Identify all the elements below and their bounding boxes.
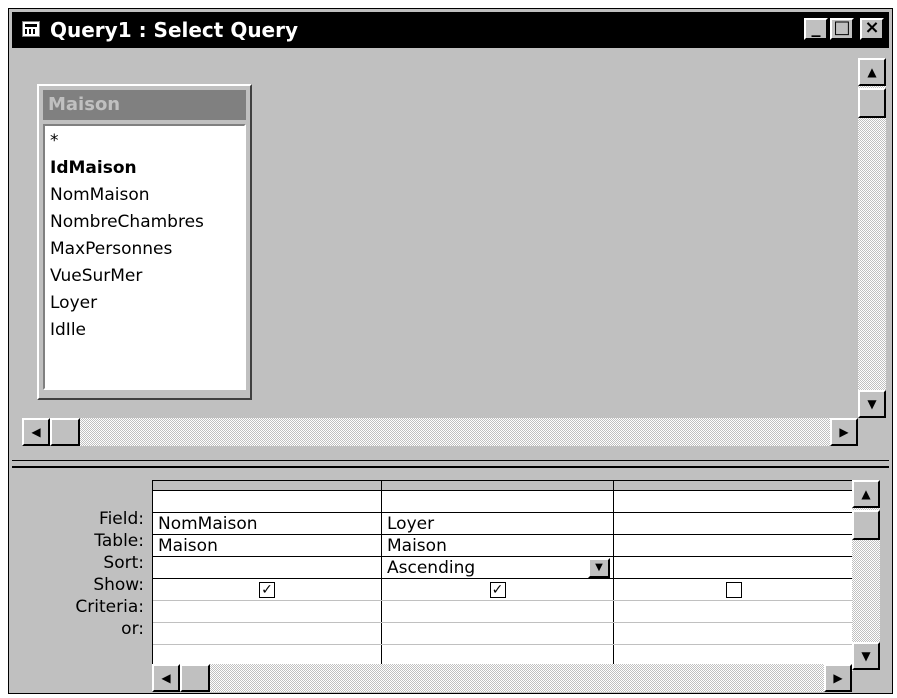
scroll-down-button[interactable]: ▼	[858, 390, 886, 418]
show-checkbox[interactable]: ✓	[259, 582, 275, 598]
grid-cell-criteria[interactable]	[382, 601, 613, 623]
scroll-left-icon: ◀	[161, 671, 171, 685]
grid-cell-or[interactable]	[614, 623, 853, 645]
field-list-item[interactable]: IdMaison	[45, 155, 244, 182]
grid-cell-criteria[interactable]	[153, 601, 381, 623]
field-list[interactable]: * IdMaison NomMaison NombreChambres MaxPerso…	[43, 124, 246, 390]
scroll-left-button[interactable]: ◀	[152, 664, 180, 692]
close-button[interactable]: ×	[860, 18, 884, 40]
scroll-right-icon: ▶	[833, 671, 843, 685]
scroll-left-icon: ◀	[31, 425, 41, 439]
table-pane-vertical-scrollbar[interactable]: ▲ ▼	[858, 58, 886, 418]
maximize-icon: □	[833, 17, 851, 38]
scroll-up-icon: ▲	[861, 487, 871, 501]
grid-cell-or[interactable]	[153, 623, 381, 645]
query-window: Query1 : Select Query _ □ × Maison * IdMa…	[8, 8, 893, 694]
grid-cell-table[interactable]	[614, 535, 853, 557]
title-bar[interactable]: Query1 : Select Query _ □ ×	[12, 12, 889, 48]
grid-cell-criteria[interactable]	[614, 601, 853, 623]
maximize-button[interactable]: □	[830, 18, 854, 40]
checkmark-icon: ✓	[261, 582, 273, 598]
scroll-down-button[interactable]: ▼	[852, 642, 880, 670]
field-list-item[interactable]: MaxPersonnes	[45, 236, 244, 263]
scroll-up-button[interactable]: ▲	[858, 58, 886, 86]
design-grid-pane[interactable]: Field: Table: Sort: Show: Criteria: or: …	[12, 468, 889, 692]
scroll-left-button[interactable]: ◀	[22, 418, 50, 446]
row-label-sort: Sort:	[103, 553, 144, 573]
scroll-right-button[interactable]: ▶	[824, 664, 852, 692]
grid-cell-field[interactable]: Loyer	[382, 513, 613, 535]
row-label-field: Field:	[99, 509, 144, 529]
grid-cell-field[interactable]	[614, 513, 853, 535]
scroll-right-button[interactable]: ▶	[830, 418, 858, 446]
grid-vertical-scrollbar[interactable]: ▲ ▼	[852, 480, 880, 670]
query-window-icon[interactable]	[22, 21, 40, 37]
grid-cell-or[interactable]	[382, 623, 613, 645]
scroll-thumb[interactable]	[180, 664, 210, 692]
grid-cell-field[interactable]: NomMaison	[153, 513, 381, 535]
table-pane-horizontal-scrollbar[interactable]: ◀ ▶	[22, 418, 858, 446]
scroll-down-icon: ▼	[861, 649, 871, 663]
scroll-down-icon: ▼	[867, 397, 877, 411]
table-field-list-title[interactable]: Maison	[43, 90, 246, 120]
grid-cell-table[interactable]: Maison	[382, 535, 613, 557]
column-selector[interactable]	[382, 481, 613, 491]
field-list-item[interactable]: Loyer	[45, 290, 244, 317]
pane-splitter[interactable]	[12, 460, 889, 468]
show-checkbox[interactable]	[725, 582, 742, 598]
grid-cell-sort[interactable]	[614, 557, 853, 579]
field-list-item[interactable]: VueSurMer	[45, 263, 244, 290]
scroll-up-icon: ▲	[867, 65, 877, 79]
scroll-thumb[interactable]	[50, 418, 80, 446]
scroll-thumb[interactable]	[858, 88, 886, 118]
field-list-item[interactable]: IdIle	[45, 317, 244, 344]
close-icon: ×	[864, 17, 880, 38]
grid-cell-sort[interactable]: Ascending	[382, 557, 613, 579]
grid-horizontal-scrollbar[interactable]: ◀ ▶	[152, 664, 852, 692]
grid-cell-table[interactable]: Maison	[153, 535, 381, 557]
field-list-item[interactable]: *	[45, 128, 244, 155]
table-field-list-maison[interactable]: Maison * IdMaison NomMaison NombreChambres M…	[37, 84, 252, 400]
row-label-table: Table:	[94, 531, 144, 551]
field-list-item[interactable]: NomMaison	[45, 182, 244, 209]
column-selector[interactable]	[153, 481, 381, 491]
minimize-button[interactable]: _	[804, 18, 828, 40]
checkmark-icon: ✓	[491, 582, 504, 598]
show-checkbox[interactable]: ✓	[489, 582, 506, 598]
row-label-show: Show:	[93, 575, 144, 595]
grid-cell-sort[interactable]	[153, 557, 381, 579]
field-list-item[interactable]: NombreChambres	[45, 209, 244, 236]
window-title: Query1 : Select Query	[50, 18, 299, 42]
scroll-thumb[interactable]	[852, 510, 880, 540]
column-selector[interactable]	[614, 481, 853, 491]
query-design-grid[interactable]: NomMaison Maison ✓ Loyer Maison Ascending ▼ ✓	[152, 480, 853, 671]
scroll-up-button[interactable]: ▲	[852, 480, 880, 508]
row-label-or: or:	[121, 619, 144, 639]
minimize-icon: _	[811, 17, 821, 38]
sort-dropdown-button[interactable]: ▼	[588, 558, 610, 578]
dropdown-arrow-icon: ▼	[595, 562, 603, 573]
table-pane[interactable]: Maison * IdMaison NomMaison NombreChambres M…	[12, 48, 889, 460]
row-label-criteria: Criteria:	[75, 597, 144, 617]
scroll-right-icon: ▶	[839, 425, 849, 439]
